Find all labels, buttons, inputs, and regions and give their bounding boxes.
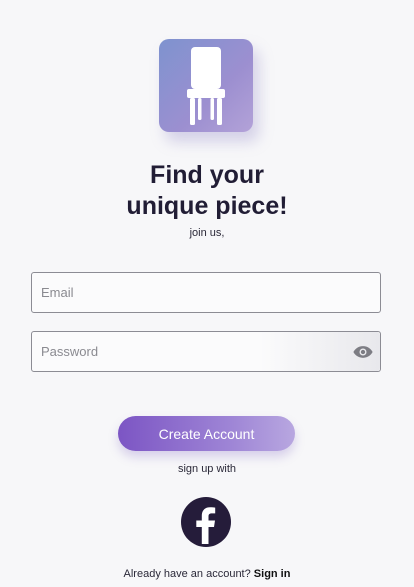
facebook-icon xyxy=(196,507,216,544)
social-signup-label: sign up with xyxy=(177,463,237,475)
create-account-button[interactable]: Create Account xyxy=(118,416,295,451)
password-input[interactable] xyxy=(32,332,380,371)
signin-prompt-text: Already have an account? xyxy=(123,568,251,580)
signin-prompt: Already have an account? Sign in xyxy=(0,568,414,580)
page-title: Find your unique piece! xyxy=(0,160,414,222)
chair-icon xyxy=(187,47,225,125)
app-logo xyxy=(159,39,253,132)
password-field-container xyxy=(31,331,381,372)
page-title-line2: unique piece! xyxy=(126,192,288,220)
email-input[interactable] xyxy=(32,273,380,312)
page-title-line1: Find your xyxy=(150,161,264,189)
facebook-signup-button[interactable] xyxy=(181,497,231,547)
signin-link[interactable]: Sign in xyxy=(254,568,291,580)
email-field-container xyxy=(31,272,381,313)
subtitle: join us, xyxy=(189,227,225,239)
eye-icon[interactable] xyxy=(353,344,373,360)
